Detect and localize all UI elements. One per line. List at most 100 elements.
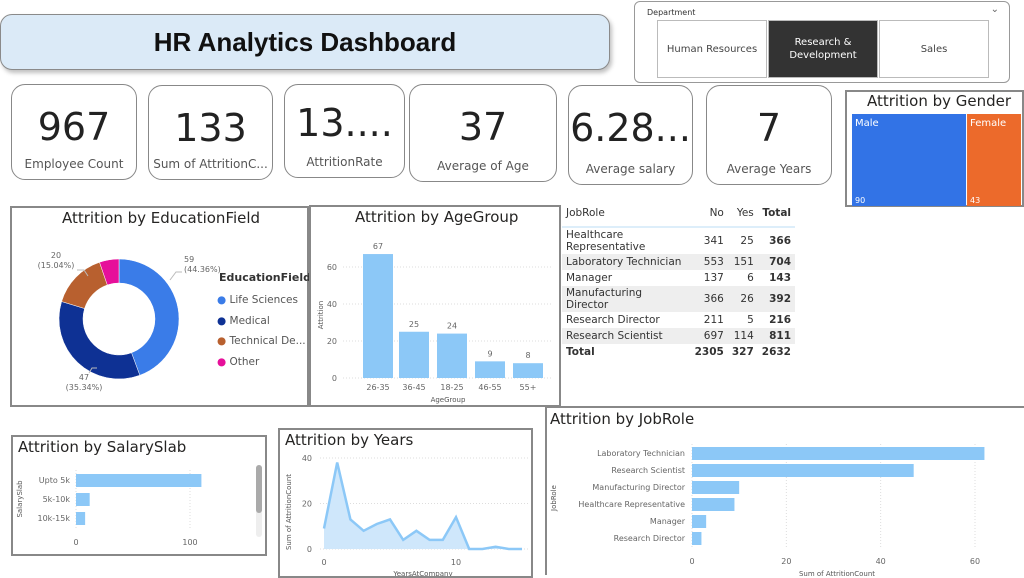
kpi-value: 7 <box>707 106 831 150</box>
bar-26-35 <box>363 254 393 378</box>
bar-1 <box>76 493 90 506</box>
kpi-label: Average of Age <box>410 159 556 173</box>
y-tick-label: 0 <box>332 374 337 383</box>
gender-panel: Attrition by Gender Male90Female43 <box>845 90 1024 207</box>
bar-36-45 <box>399 332 429 378</box>
table-cell: 2305 <box>691 344 728 360</box>
table-row: Laboratory Technician553151704 <box>562 254 795 270</box>
y-axis-label: Attrition <box>317 301 325 329</box>
slicer-option-human-resources[interactable]: Human Resources <box>657 20 767 78</box>
chevron-down-icon[interactable]: ⌄ <box>991 4 999 15</box>
x-tick-label: 0 <box>321 558 326 567</box>
table-row: Research Director2115216 <box>562 312 795 328</box>
column-header[interactable]: Yes <box>728 205 758 221</box>
kpi-label: AttritionRate <box>285 155 404 169</box>
legend-label: Life Sciences <box>230 294 298 306</box>
table-cell: Research Scientist <box>562 328 691 344</box>
legend-item-life-sciences[interactable]: ● Life Sciences <box>217 290 306 311</box>
donut-slice-1 <box>59 302 140 379</box>
legend-label: Technical De... <box>230 335 306 347</box>
column-header[interactable]: Total <box>758 205 795 221</box>
y-tick-label: 10k-15k <box>37 514 70 523</box>
x-tick-label: 0 <box>73 538 78 547</box>
salaryslab-bar-chart: 0100Upto 5k5k-10k10k-15kSalarySlab <box>13 437 265 554</box>
column-header[interactable]: JobRole <box>562 205 691 221</box>
x-tick-label: 10 <box>451 558 461 567</box>
years-area-chart: 02040010YearsAtCompanySum of AttritionCo… <box>280 430 531 576</box>
y-tick-label: Healthcare Representative <box>578 500 685 509</box>
table-cell: 553 <box>691 254 728 270</box>
bar-18-25 <box>437 334 467 378</box>
table-cell: 151 <box>728 254 758 270</box>
y-tick-label: Manufacturing Director <box>592 483 685 492</box>
y-tick-label: Research Director <box>614 534 686 543</box>
department-slicer: Department ⌄ Human Resources Research & … <box>634 1 1010 83</box>
table-cell: 5 <box>728 312 758 328</box>
jobrole-table: JobRoleNoYesTotal Healthcare Representati… <box>562 205 795 360</box>
table-cell: 216 <box>758 312 795 328</box>
kpi-average-age: 37 Average of Age <box>409 84 557 182</box>
data-label: 24 <box>447 322 457 331</box>
table-cell: 137 <box>691 270 728 286</box>
table-row: Healthcare Representative34125366 <box>562 227 795 254</box>
tile-value: 90 <box>855 196 865 205</box>
kpi-average-salary: 6.28...Average salary <box>568 85 693 185</box>
table-cell: 366 <box>691 286 728 312</box>
kpi-value: 6.28... <box>569 106 692 150</box>
bar-3 <box>692 498 734 511</box>
agegroup-panel: Attrition by AgeGroup 02040606726-352536… <box>309 205 561 407</box>
table-cell: 697 <box>691 328 728 344</box>
legend-title: EducationField <box>219 271 311 284</box>
legend-item-technical[interactable]: ● Technical De... <box>217 331 306 352</box>
bar-46-55 <box>475 361 505 378</box>
x-tick-label: 36-45 <box>402 383 425 392</box>
salaryslab-panel: Attrition by SalarySlab 0100Upto 5k5k-10… <box>11 435 267 556</box>
x-tick-label: 60 <box>970 557 980 566</box>
years-panel: Attrition by Years 02040010YearsAtCompan… <box>278 428 533 578</box>
table-cell: Research Director <box>562 312 691 328</box>
bar-4 <box>692 515 706 528</box>
table-cell: 327 <box>728 344 758 360</box>
tile-label: Female <box>970 118 1006 129</box>
y-axis-label: SalarySlab <box>16 480 24 518</box>
y-tick-label: 0 <box>307 545 312 554</box>
chart-title: Attrition by Gender <box>867 92 1011 110</box>
kpi-label: Average Years <box>707 162 831 176</box>
y-axis-label: JobRole <box>550 485 558 512</box>
kpi-attrition-rate: 13....AttritionRate <box>284 84 405 178</box>
table-cell: Manufacturing Director <box>562 286 691 312</box>
x-tick-label: 40 <box>876 557 886 566</box>
y-tick-label: 40 <box>302 454 312 463</box>
y-tick-label: Manager <box>650 517 686 526</box>
x-tick-label: 55+ <box>520 383 537 392</box>
x-tick-label: 46-55 <box>478 383 501 392</box>
kpi-label: Employee Count <box>12 157 136 171</box>
kpi-average-years: 7 Average Years <box>706 85 832 185</box>
bar-1 <box>692 464 914 477</box>
data-label: 25 <box>409 320 419 329</box>
slicer-option-sales[interactable]: Sales <box>879 20 989 78</box>
table-cell: Manager <box>562 270 691 286</box>
table-row: Manufacturing Director36626392 <box>562 286 795 312</box>
y-axis-label: Sum of AttritionCount <box>285 474 293 550</box>
agegroup-bar-chart: 02040606726-352536-452418-25946-55855+Ag… <box>311 207 559 405</box>
donut-data-label: 47(35.34%) <box>66 373 103 392</box>
bar-2 <box>76 512 85 525</box>
x-tick-label: 100 <box>182 538 197 547</box>
table-cell: 811 <box>758 328 795 344</box>
column-header[interactable]: No <box>691 205 728 221</box>
kpi-value: 37 <box>410 105 556 149</box>
kpi-employee-count: 967Employee Count <box>11 84 137 180</box>
table-cell: 704 <box>758 254 795 270</box>
table-total-row: Total23053272632 <box>562 344 795 360</box>
jobrole-panel: Attrition by JobRole 0204060Laboratory T… <box>545 406 1024 575</box>
table-cell: 143 <box>758 270 795 286</box>
x-tick-label: 0 <box>689 557 694 566</box>
legend-item-medical[interactable]: ● Medical <box>217 311 306 332</box>
table-cell: 341 <box>691 227 728 254</box>
slicer-option-research-development[interactable]: Research & Development <box>768 20 878 78</box>
table-cell: 26 <box>728 286 758 312</box>
legend-item-other[interactable]: ● Other <box>217 352 306 373</box>
y-tick-label: 20 <box>327 337 337 346</box>
data-label: 67 <box>373 242 383 251</box>
